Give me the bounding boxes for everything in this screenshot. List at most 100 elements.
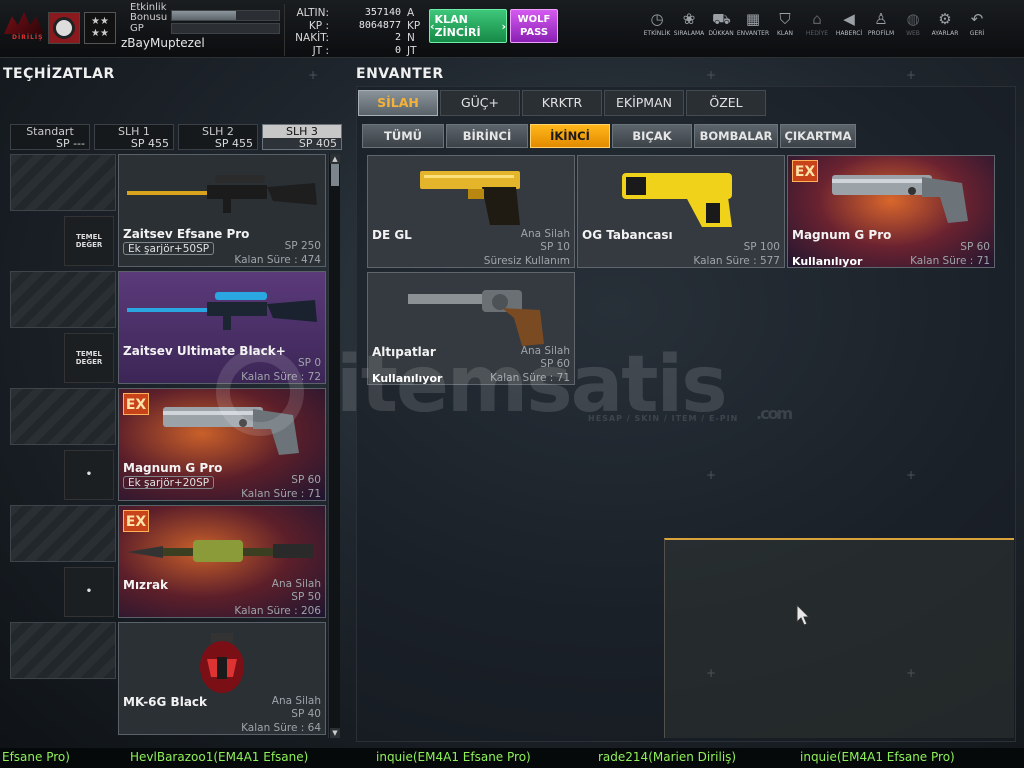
loadout-slot-tabs: Standart SP --- SLH 1 SP 455 SLH 2 SP 455 SLH … (10, 124, 344, 150)
empty-slot[interactable] (10, 505, 116, 562)
nav-label: AYARLAR (931, 30, 959, 37)
subtab-5[interactable]: ÇIKARTMA (780, 124, 856, 148)
subtab-2[interactable]: İKİNCİ (530, 124, 610, 148)
sniper-gold-image (127, 175, 317, 213)
nav-label: ETKİNLİK (643, 30, 671, 37)
in-use-label: Kullanılıyor (792, 255, 863, 268)
tab-0[interactable]: SİLAH (358, 90, 438, 116)
empty-slot[interactable] (10, 271, 116, 328)
empty-slot[interactable] (10, 154, 116, 211)
scroll-down-icon[interactable]: ▼ (330, 728, 340, 738)
equipped-weapon-card[interactable]: Zaitsev Efsane Pro SP 250 Ek şarjör+50SP Ka… (118, 154, 326, 267)
weapon-name: Magnum G Pro (123, 461, 223, 475)
nav-hedi̇ye[interactable]: ⌂ HEDİYE (800, 8, 834, 48)
currency-row: ALTIN: 357140 A (285, 7, 425, 19)
bg-plus-marker: + (906, 68, 917, 82)
weapon-category: Ana Silah (271, 695, 321, 707)
nav-dükkan[interactable]: ⛟ DÜKKAN (704, 8, 738, 48)
currency-value: 8064877 (358, 19, 401, 31)
scroll-up-icon[interactable]: ▲ (330, 154, 340, 164)
inventory-item-card[interactable]: EX Magnum G Pro SP 60 Kullanılıyor Kalan Sür… (787, 155, 995, 268)
back-icon: ↶ (970, 10, 984, 28)
watermark-tagline: HESAP / SKIN / ITEM / E-PIN (588, 414, 739, 423)
ticker-entry: inquie(EM4A1 Efsane Pro) (800, 750, 955, 764)
scroll-thumb[interactable] (331, 164, 339, 186)
equipped-weapon-card[interactable]: MK-6G Black Ana Silah SP 40 Kalan Süre : 64 (118, 622, 326, 735)
extra-mag-badge: Ek şarjör+20SP (123, 476, 215, 489)
currency-row: NAKİT: 2 N (285, 32, 425, 44)
gp-label: GP (130, 23, 144, 34)
ex-badge: EX (792, 160, 818, 182)
subtab-4[interactable]: BOMBALAR (694, 124, 778, 148)
currency-value: 357140 (364, 7, 401, 18)
inventory-item-card[interactable]: OG Tabancası SP 100 Kalan Süre : 577 (577, 155, 785, 268)
item-name: Magnum G Pro (792, 228, 892, 242)
wolf-pass-button[interactable]: WOLF PASS (510, 9, 558, 43)
gear-icon: ⚙ (938, 10, 952, 28)
nav-web[interactable]: ◍ WEB (896, 8, 930, 48)
nav-klan[interactable]: ⛉ KLAN (768, 8, 802, 48)
rank-icon: ★★ ★★ (84, 12, 116, 44)
tab-2[interactable]: KRKTR (522, 90, 602, 116)
currency-unit: N (407, 32, 415, 44)
subtab-0[interactable]: TÜMÜ (362, 124, 444, 148)
item-sp: SP 100 (743, 241, 780, 253)
slot-sp: SP 455 (214, 137, 253, 150)
attachment-slot[interactable]: • (64, 450, 114, 500)
nav-profi̇lm[interactable]: ♙ PROFİLM (864, 8, 898, 48)
ticker-entry: Efsane Pro) (2, 750, 70, 764)
tab-1[interactable]: GÜÇ+ (440, 90, 520, 116)
slot-tab-2[interactable]: SLH 2 SP 455 (178, 124, 258, 150)
nav-envanter[interactable]: ▦ ENVANTER (736, 8, 770, 48)
inventory-title: ENVANTER (356, 66, 444, 82)
currency-unit: JT (407, 44, 417, 57)
slot-tab-0[interactable]: Standart SP --- (10, 124, 90, 150)
nav-etki̇nli̇k[interactable]: ◷ ETKİNLİK (640, 8, 674, 48)
subtab-1[interactable]: BİRİNCİ (446, 124, 528, 148)
taser-image (622, 173, 732, 227)
currency-panel: ALTIN: 357140 A KP : 8064877 KP NAKİT: 2 N JT : 0J… (284, 4, 425, 57)
weapon-sp: SP 50 (291, 591, 321, 603)
subtab-3[interactable]: BIÇAK (612, 124, 692, 148)
clan-emblem[interactable] (48, 12, 80, 44)
slot-tab-3[interactable]: SLH 3 SP 405 (262, 124, 342, 150)
equipment-scrollbar[interactable]: ▲ ▼ (328, 154, 340, 738)
weapon-sp: SP 60 (291, 474, 321, 486)
nav-label: DÜKKAN (708, 30, 734, 37)
shield-icon: ⛉ (779, 10, 791, 28)
remaining-time: Kalan Süre : 71 (910, 255, 990, 267)
klan-zinciri-button[interactable]: ‹ KLAN ZİNCİRİ › (429, 9, 507, 43)
nav-geri̇[interactable]: ↶ GERİ (960, 8, 994, 48)
wolf-pass-label: WOLF PASS (517, 14, 551, 38)
slot-sp: SP --- (55, 137, 85, 150)
clock-icon: ◷ (650, 10, 664, 28)
megaphone-icon: ◀ (843, 10, 855, 28)
equipped-weapon-card[interactable]: EX Mızrak Ana Silah SP 50 Kalan Süre : 206 (118, 505, 326, 618)
currency-label: ALTIN: (296, 7, 330, 19)
attachment-slot[interactable]: • (64, 567, 114, 617)
item-sp: SP 60 (960, 241, 990, 253)
nav-label: ENVANTER (736, 30, 770, 37)
nav-label: HABERCİ (835, 30, 863, 37)
empty-slot[interactable] (10, 388, 116, 445)
revolver-wood-image (408, 290, 544, 346)
chevron-right-icon: › (501, 19, 506, 33)
tab-4[interactable]: ÖZEL (686, 90, 766, 116)
remaining-time: Kalan Süre : 206 (234, 605, 321, 617)
bg-plus-marker: + (706, 666, 717, 680)
inventory-item-card[interactable]: DE GL Ana Silah SP 10 Süresiz Kullanım (367, 155, 575, 268)
remaining-time: Kalan Süre : 577 (693, 255, 780, 267)
nav-label: SIRALAMA (673, 30, 705, 37)
nav-label: GERİ (969, 30, 985, 37)
nav-haberci̇[interactable]: ◀ HABERCİ (832, 8, 866, 48)
nav-siralama[interactable]: ❀ SIRALAMA (672, 8, 706, 48)
empty-slot[interactable] (10, 622, 116, 679)
gift-icon: ⌂ (812, 10, 822, 28)
ticker-entry: HevlBarazoo1(EM4A1 Efsane) (130, 750, 309, 764)
attachment-slot[interactable]: TEMEL DEĞER (64, 216, 114, 266)
tab-3[interactable]: EKİPMAN (604, 90, 684, 116)
slot-tab-1[interactable]: SLH 1 SP 455 (94, 124, 174, 150)
remaining-time: Süresiz Kullanım (483, 255, 570, 267)
nav-ayarlar[interactable]: ⚙ AYARLAR (928, 8, 962, 48)
attachment-slot[interactable]: TEMEL DEĞER (64, 333, 114, 383)
